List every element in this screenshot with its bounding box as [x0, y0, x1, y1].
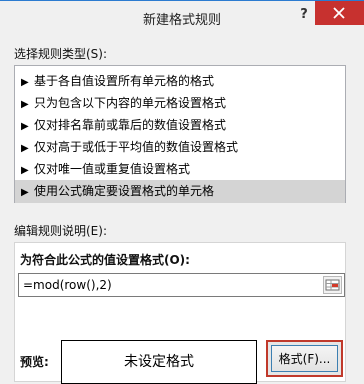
triangle-right-icon: ▶: [21, 187, 29, 198]
help-button[interactable]: ?: [296, 7, 312, 25]
preview-text: 未设定格式: [124, 354, 194, 370]
formula-input[interactable]: [19, 274, 318, 296]
triangle-right-icon: ▶: [21, 99, 29, 110]
rule-type-item-top-bottom[interactable]: ▶ 仅对排名靠前或靠后的数值设置格式: [15, 114, 345, 137]
format-button-label: 格式(F)...: [271, 345, 338, 372]
collapse-dialog-icon: [325, 279, 340, 291]
rule-type-item-formula[interactable]: ▶ 使用公式确定要设置格式的单元格: [15, 180, 345, 203]
title-bar: 新建格式规则 ?: [0, 0, 364, 34]
rule-type-item-color-scale[interactable]: ▶ 基于各自值设置所有单元格的格式: [15, 70, 345, 93]
formula-label: 为符合此公式的值设置格式(O):: [20, 253, 190, 267]
rule-type-item-average[interactable]: ▶ 仅对高于或低于平均值的数值设置格式: [15, 136, 345, 159]
rule-type-item-unique-duplicate[interactable]: ▶ 仅对唯一值或重复值设置格式: [15, 158, 345, 181]
format-preview: 未设定格式: [61, 340, 257, 384]
formula-field[interactable]: [18, 273, 345, 297]
rule-type-item-contains[interactable]: ▶ 只为包含以下内容的单元格设置格式: [15, 92, 345, 115]
range-select-button[interactable]: [323, 276, 342, 294]
rule-type-label: 选择规则类型(S):: [14, 47, 108, 61]
triangle-right-icon: ▶: [21, 121, 29, 132]
rule-description-label: 编辑规则说明(E):: [14, 224, 107, 238]
format-button[interactable]: 格式(F)...: [266, 340, 343, 377]
rule-type-list[interactable]: ▶ 基于各自值设置所有单元格的格式 ▶ 只为包含以下内容的单元格设置格式 ▶ 仅对排名…: [14, 65, 346, 203]
preview-label: 预览:: [20, 355, 49, 369]
triangle-right-icon: ▶: [21, 143, 29, 154]
triangle-right-icon: ▶: [21, 77, 29, 88]
close-icon: [333, 7, 345, 19]
close-button[interactable]: [315, 1, 364, 25]
triangle-right-icon: ▶: [21, 165, 29, 176]
